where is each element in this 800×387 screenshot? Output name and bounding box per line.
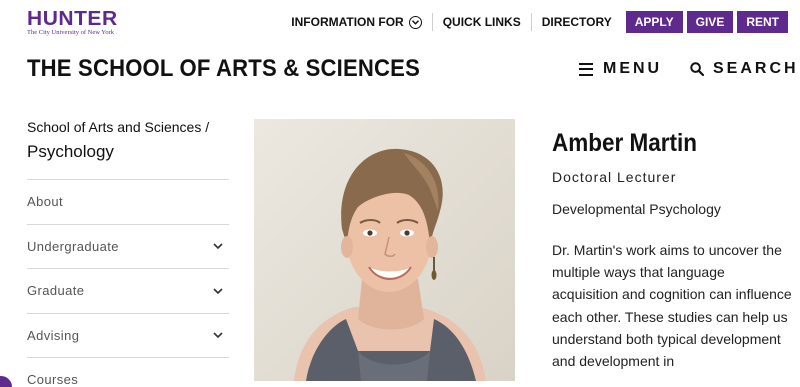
search-icon [690, 62, 704, 76]
apply-button[interactable]: APPLY [625, 11, 683, 33]
information-for-label: INFORMATION FOR [291, 15, 404, 29]
sidebar-item-label: About [27, 194, 63, 210]
sidebar-item-undergraduate[interactable]: Undergraduate [27, 225, 229, 269]
logo-wordmark: HUNTER [27, 8, 118, 30]
faculty-profile: Amber Martin Doctoral Lecturer Developme… [552, 127, 792, 372]
sidebar-item-courses[interactable]: Courses [27, 358, 229, 387]
section-sidebar: School of Arts and Sciences / Psychology… [27, 118, 229, 387]
sidebar-item-label: Courses [27, 372, 79, 387]
site-title[interactable]: THE SCHOOL OF ARTS & SCIENCES [27, 55, 420, 83]
menu-button[interactable]: MENU [579, 60, 662, 78]
chevron-down-icon[interactable] [213, 330, 223, 340]
sidebar-item-label: Graduate [27, 283, 85, 299]
sidebar-item-graduate[interactable]: Graduate [27, 269, 229, 314]
chevron-down-icon[interactable] [213, 286, 223, 296]
sidebar-item-label: Undergraduate [27, 238, 119, 254]
directory-link[interactable]: DIRECTORY [532, 11, 622, 33]
floating-badge[interactable] [0, 374, 14, 387]
portrait-photo [254, 119, 515, 381]
menu-label: MENU [603, 60, 663, 77]
hamburger-icon [579, 62, 593, 76]
utility-nav: INFORMATION FOR QUICK LINKS DIRECTORY AP… [281, 11, 788, 33]
logo-subtitle: The City University of New York [27, 29, 115, 36]
profile-department: Developmental Psychology [552, 201, 721, 217]
rent-button[interactable]: RENT [737, 11, 788, 33]
information-for-dropdown[interactable]: INFORMATION FOR [281, 11, 431, 33]
hunter-logo[interactable]: HUNTER The City University of New York [27, 9, 117, 37]
top-utility-bar: HUNTER The City University of New York I… [0, 0, 800, 44]
sidebar-item-label: Advising [27, 327, 80, 343]
breadcrumb-parent-link[interactable]: School of Arts and Sciences / [27, 118, 229, 136]
give-button[interactable]: GIVE [686, 11, 734, 33]
quick-links-link[interactable]: QUICK LINKS [433, 11, 531, 33]
profile-bio: Dr. Martin's work aims to uncover the mu… [552, 242, 792, 370]
chevron-down-circle-icon [408, 15, 422, 29]
search-button[interactable]: SEARCH [690, 60, 799, 78]
profile-title: Doctoral Lecturer [552, 169, 677, 185]
profile-name: Amber Martin [552, 129, 698, 157]
breadcrumb-current[interactable]: Psychology [27, 141, 229, 163]
sidebar-item-about[interactable]: About [27, 180, 229, 225]
sidebar-item-advising[interactable]: Advising [27, 314, 229, 358]
sidebar-nav-list: About Undergraduate Graduate Advising Co… [27, 179, 229, 387]
search-label: SEARCH [713, 60, 799, 77]
chevron-down-icon[interactable] [213, 241, 223, 251]
